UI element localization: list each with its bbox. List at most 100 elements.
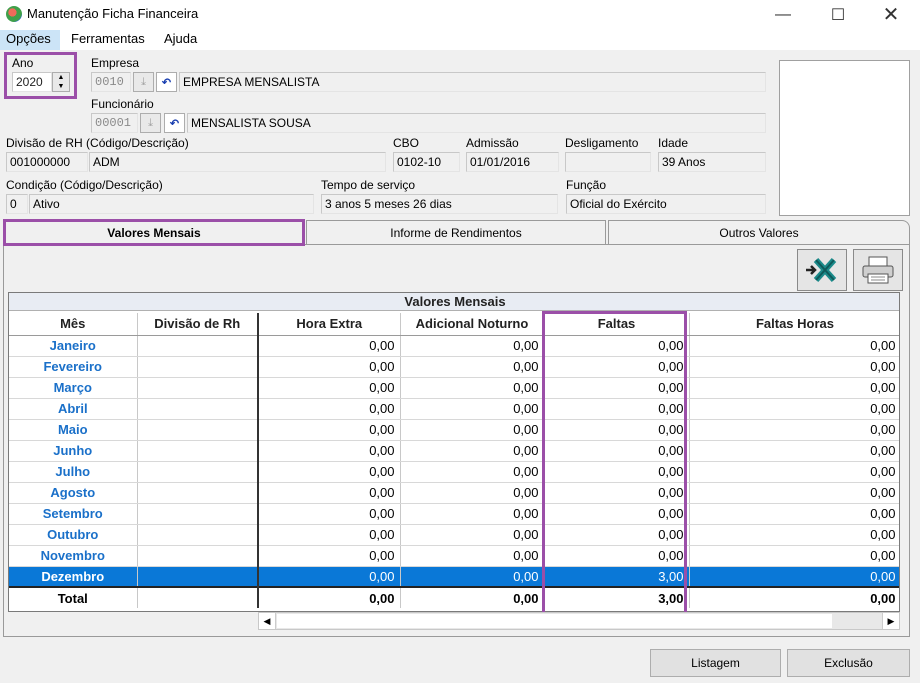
cell-divisao[interactable]	[137, 398, 259, 420]
cell-divisao[interactable]	[137, 566, 259, 588]
cell-hora-extra[interactable]: 0,00	[258, 482, 401, 504]
cell-faltas-horas[interactable]: 0,00	[689, 377, 899, 399]
menu-opcoes[interactable]: Opções	[6, 31, 51, 46]
cell-divisao[interactable]	[137, 377, 259, 399]
cell-divisao[interactable]	[137, 335, 259, 357]
col-header-mes[interactable]: Mês	[9, 313, 138, 336]
cell-hora-extra[interactable]: 0,00	[258, 419, 401, 441]
cell-adicional[interactable]: 0,00	[400, 398, 545, 420]
cell-adicional[interactable]: 0,00	[400, 377, 545, 399]
maximize-icon[interactable]: ☐	[815, 0, 861, 29]
cell-hora-extra[interactable]: 0,00	[258, 461, 401, 483]
minimize-icon[interactable]: —	[760, 0, 806, 29]
funcionario-code-field[interactable]: 00001	[91, 113, 138, 133]
col-header-divisao[interactable]: Divisão de Rh	[137, 313, 259, 336]
funcionario-search-icon[interactable]: ⤓	[140, 113, 161, 133]
cell-mes[interactable]: Janeiro	[9, 335, 138, 357]
tab-informe-rendimentos[interactable]: Informe de Rendimentos	[306, 220, 606, 244]
col-header-adicional-noturno[interactable]: Adicional Noturno	[400, 313, 545, 336]
cell-adicional[interactable]: 0,00	[400, 566, 545, 588]
cell-divisao[interactable]	[137, 482, 259, 504]
menu-ajuda[interactable]: Ajuda	[164, 31, 197, 46]
cell-hora-extra[interactable]: 0,00	[258, 440, 401, 462]
cell-mes[interactable]: Agosto	[9, 482, 138, 504]
cell-faltas-horas[interactable]: 0,00	[689, 545, 899, 567]
table-row[interactable]: Fevereiro 0,00 0,00 0,00 0,00	[9, 356, 899, 378]
cell-adicional[interactable]: 0,00	[400, 461, 545, 483]
cell-adicional[interactable]: 0,00	[400, 503, 545, 525]
cell-faltas-horas[interactable]: 0,00	[689, 482, 899, 504]
table-row[interactable]: Setembro 0,00 0,00 0,00 0,00	[9, 503, 899, 525]
cell-mes[interactable]: Outubro	[9, 524, 138, 546]
table-row[interactable]: Novembro 0,00 0,00 0,00 0,00	[9, 545, 899, 567]
funcionario-undo-icon[interactable]: ↶	[164, 113, 185, 133]
table-row[interactable]: Abril 0,00 0,00 0,00 0,00	[9, 398, 899, 420]
excel-export-icon[interactable]	[797, 249, 847, 291]
menu-ferramentas[interactable]: Ferramentas	[71, 31, 145, 46]
cell-mes[interactable]: Junho	[9, 440, 138, 462]
cell-hora-extra[interactable]: 0,00	[258, 566, 401, 588]
cell-hora-extra[interactable]: 0,00	[258, 524, 401, 546]
printer-icon[interactable]	[853, 249, 903, 291]
cell-hora-extra[interactable]: 0,00	[258, 545, 401, 567]
cell-divisao[interactable]	[137, 440, 259, 462]
cell-hora-extra[interactable]: 0,00	[258, 335, 401, 357]
table-row[interactable]: Dezembro 0,00 0,00 3,00 0,00	[9, 566, 899, 588]
cell-hora-extra[interactable]: 0,00	[258, 503, 401, 525]
listagem-button[interactable]: Listagem	[650, 649, 781, 677]
cell-faltas-horas[interactable]: 0,00	[689, 356, 899, 378]
cell-mes[interactable]: Setembro	[9, 503, 138, 525]
cell-adicional[interactable]: 0,00	[400, 545, 545, 567]
cell-adicional[interactable]: 0,00	[400, 356, 545, 378]
col-header-hora-extra[interactable]: Hora Extra	[258, 313, 401, 336]
cell-hora-extra[interactable]: 0,00	[258, 356, 401, 378]
ano-spinner[interactable]: ▲ ▼	[52, 72, 70, 92]
close-icon[interactable]: ✕	[868, 0, 914, 29]
cell-divisao[interactable]	[137, 461, 259, 483]
cell-divisao[interactable]	[137, 545, 259, 567]
table-row[interactable]: Março 0,00 0,00 0,00 0,00	[9, 377, 899, 399]
cell-mes[interactable]: Maio	[9, 419, 138, 441]
scroll-left-icon[interactable]: ◀	[259, 613, 276, 629]
cell-adicional[interactable]: 0,00	[400, 440, 545, 462]
table-row[interactable]: Maio 0,00 0,00 0,00 0,00	[9, 419, 899, 441]
exclusao-button[interactable]: Exclusão	[787, 649, 910, 677]
cell-adicional[interactable]: 0,00	[400, 419, 545, 441]
cell-faltas-horas[interactable]: 0,00	[689, 335, 899, 357]
cell-faltas-horas[interactable]: 0,00	[689, 503, 899, 525]
empresa-undo-icon[interactable]: ↶	[156, 72, 177, 92]
horizontal-scrollbar[interactable]: ◀ ▶	[258, 612, 900, 630]
scroll-right-icon[interactable]: ▶	[882, 613, 899, 629]
cell-mes[interactable]: Fevereiro	[9, 356, 138, 378]
cell-faltas-horas[interactable]: 0,00	[689, 440, 899, 462]
empresa-code-field[interactable]: 0010	[91, 72, 131, 92]
table-row[interactable]: Janeiro 0,00 0,00 0,00 0,00	[9, 335, 899, 357]
table-row[interactable]: Outubro 0,00 0,00 0,00 0,00	[9, 524, 899, 546]
col-header-faltas-horas[interactable]: Faltas Horas	[689, 313, 899, 336]
cell-adicional[interactable]: 0,00	[400, 335, 545, 357]
ano-input[interactable]: 2020	[12, 72, 52, 92]
table-row[interactable]: Agosto 0,00 0,00 0,00 0,00	[9, 482, 899, 504]
cell-divisao[interactable]	[137, 524, 259, 546]
cell-hora-extra[interactable]: 0,00	[258, 377, 401, 399]
cell-adicional[interactable]: 0,00	[400, 482, 545, 504]
cell-mes[interactable]: Dezembro	[9, 566, 138, 588]
cell-faltas-horas[interactable]: 0,00	[689, 566, 899, 588]
empresa-search-icon[interactable]: ⤓	[133, 72, 154, 92]
cell-faltas-horas[interactable]: 0,00	[689, 524, 899, 546]
cell-faltas-horas[interactable]: 0,00	[689, 398, 899, 420]
cell-adicional[interactable]: 0,00	[400, 524, 545, 546]
cell-divisao[interactable]	[137, 356, 259, 378]
scrollbar-thumb[interactable]	[277, 614, 832, 628]
cell-mes[interactable]: Novembro	[9, 545, 138, 567]
table-row[interactable]: Julho 0,00 0,00 0,00 0,00	[9, 461, 899, 483]
cell-divisao[interactable]	[137, 503, 259, 525]
cell-mes[interactable]: Julho	[9, 461, 138, 483]
cell-divisao[interactable]	[137, 419, 259, 441]
cell-faltas-horas[interactable]: 0,00	[689, 461, 899, 483]
cell-faltas-horas[interactable]: 0,00	[689, 419, 899, 441]
table-row[interactable]: Junho 0,00 0,00 0,00 0,00	[9, 440, 899, 462]
cell-mes[interactable]: Março	[9, 377, 138, 399]
cell-mes[interactable]: Abril	[9, 398, 138, 420]
tab-outros-valores[interactable]: Outros Valores	[608, 220, 910, 244]
